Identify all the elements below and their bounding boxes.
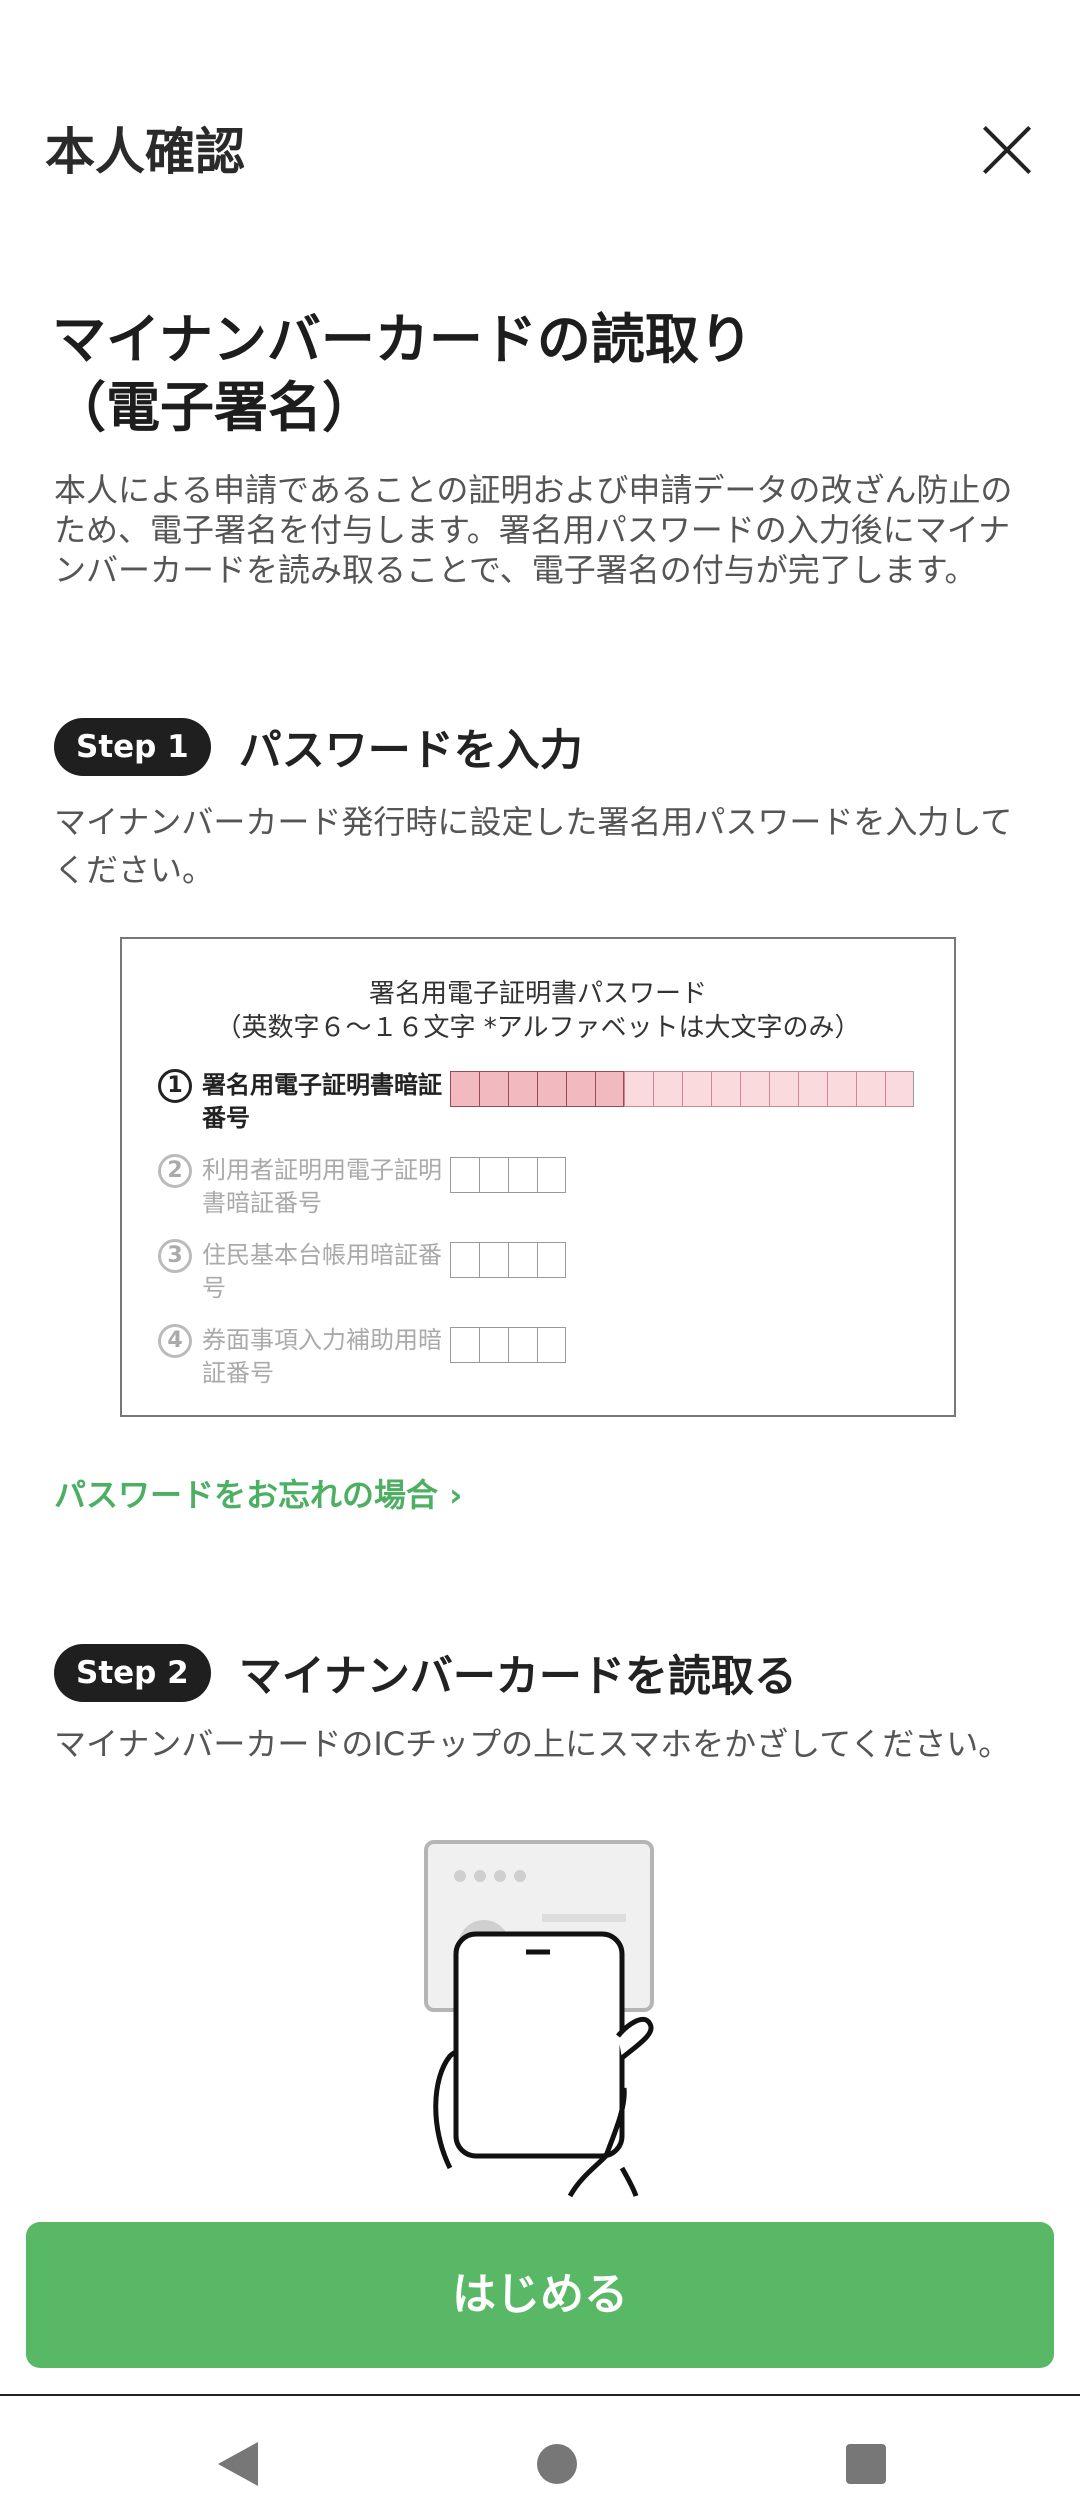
step1-description: マイナンバーカード発行時に設定した署名用パスワードを入力してください。 [54,803,1013,889]
password-row-label: 券面事項入力補助用暗証番号 [202,1326,442,1387]
step2-header: Step 2 マイナンバーカードを読取る [54,1642,797,1704]
step1-header: Step 1 パスワードを入力 [54,716,583,778]
main-title: マイナンバーカードの読取り （電子署名） [52,306,753,442]
password-box-subtitle: （英数字６～１６文字 *アルファベットは大文字のみ） [215,1013,861,1043]
intro-text: 本人による申請であることの証明および申請データの改ざん防止のため、電子署名を付与… [54,471,1013,589]
back-icon[interactable] [218,2442,258,2486]
phone-card-illustration [424,1840,654,2198]
close-icon[interactable] [972,115,1042,185]
password-illustration: 署名用電子証明書パスワード （英数字６～１６文字 *アルファベットは大文字のみ）… [120,937,956,1417]
main-title-line1: マイナンバーカードの読取り [52,308,753,371]
page-title: 本人確認 [45,123,245,181]
step1-title: パスワードを入力 [238,726,583,776]
password-row-label: 署名用電子証明書暗証番号 [202,1071,442,1132]
password-cells-3 [450,1242,566,1278]
forgot-password-link[interactable]: パスワードをお忘れの場合 › [54,1470,462,1516]
password-row-2: 2 利用者証明用電子証明書暗証番号 [158,1154,442,1220]
app-header: 本人確認 [0,0,1080,300]
password-cells-2 [450,1157,566,1193]
step2-description: マイナンバーカードのICチップの上にスマホをかざしてください。 [54,1725,1011,1763]
password-row-3: 3 住民基本台帳用暗証番号 [158,1239,442,1305]
password-cells-1 [450,1071,914,1107]
step2-title: マイナンバーカードを読取る [238,1652,797,1702]
password-row-label: 住民基本台帳用暗証番号 [202,1241,442,1302]
recent-apps-icon[interactable] [846,2444,886,2484]
number-4-icon: 4 [158,1324,192,1358]
password-cells-4 [450,1327,566,1363]
password-row-1: 1 署名用電子証明書暗証番号 [158,1069,442,1135]
number-2-icon: 2 [158,1154,192,1188]
password-row-4: 4 券面事項入力補助用暗証番号 [158,1324,442,1390]
step2-badge: Step 2 [54,1644,211,1702]
step1-badge: Step 1 [54,718,211,776]
home-icon[interactable] [537,2444,577,2484]
password-box-title: 署名用電子証明書パスワード [368,979,707,1009]
password-row-label: 利用者証明用電子証明書暗証番号 [202,1156,442,1217]
number-3-icon: 3 [158,1239,192,1273]
start-button[interactable]: はじめる [26,2222,1054,2368]
system-navbar [0,2396,1080,2520]
number-1-icon: 1 [158,1069,192,1103]
main-title-line2: （電子署名） [52,376,376,439]
